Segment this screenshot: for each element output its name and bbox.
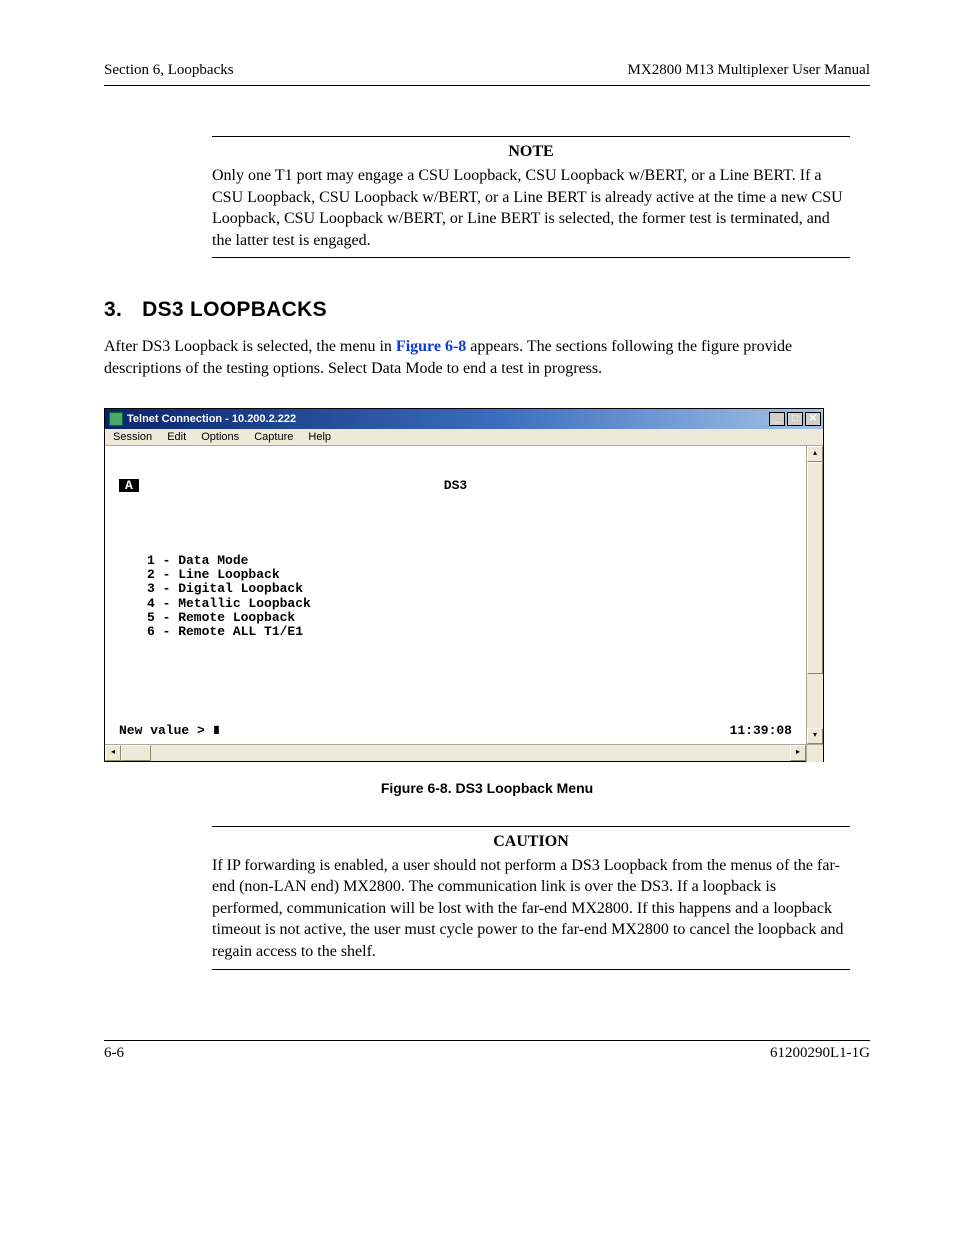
menu-options[interactable]: Options [201, 431, 239, 443]
note-box: NOTE Only one T1 port may engage a CSU L… [212, 136, 850, 258]
header-left: Section 6, Loopbacks [104, 62, 234, 79]
header-rule [104, 85, 870, 86]
app-icon [109, 412, 123, 426]
figure-link[interactable]: Figure 6-8 [396, 338, 466, 355]
minimize-button[interactable]: _ [769, 412, 785, 426]
note-title: NOTE [212, 143, 850, 161]
note-body: Only one T1 port may engage a CSU Loopba… [212, 165, 850, 251]
footer-right: 61200290L1-1G [770, 1045, 870, 1062]
titlebar: Telnet Connection - 10.200.2.222 _ □ ✕ [105, 409, 823, 429]
scroll-down-icon[interactable]: ▾ [807, 728, 823, 744]
caution-top-rule [212, 826, 850, 827]
scroll-thumb-h[interactable] [121, 745, 151, 761]
menubar: Session Edit Options Capture Help [105, 429, 823, 446]
menu-edit[interactable]: Edit [167, 431, 186, 443]
header-right: MX2800 M13 Multiplexer User Manual [628, 62, 870, 79]
menu-session[interactable]: Session [113, 431, 152, 443]
figure-caption: Figure 6-8. DS3 Loopback Menu [104, 780, 870, 796]
scroll-up-icon[interactable]: ▴ [807, 446, 823, 462]
note-bottom-rule [212, 257, 850, 258]
section-paragraph: After DS3 Loopback is selected, the menu… [104, 336, 870, 379]
section-number: 3. [104, 298, 122, 321]
scroll-right-icon[interactable]: ▸ [790, 745, 806, 761]
resize-grip[interactable] [806, 745, 823, 762]
caution-bottom-rule [212, 969, 850, 970]
caution-box: CAUTION If IP forwarding is enabled, a u… [212, 826, 850, 970]
terminal-time: 11:39:08 [730, 724, 792, 738]
caution-body: If IP forwarding is enabled, a user shou… [212, 855, 850, 963]
terminal-title: DS3 [105, 479, 806, 493]
terminal-area: A DS3 1 - Data Mode 2 - Line Loopback 3 … [105, 446, 806, 744]
close-button[interactable]: ✕ [805, 412, 821, 426]
para-before: After DS3 Loopback is selected, the menu… [104, 338, 396, 355]
terminal-menu: 1 - Data Mode 2 - Line Loopback 3 - Digi… [147, 554, 792, 640]
menu-capture[interactable]: Capture [254, 431, 293, 443]
scroll-thumb-v[interactable] [807, 462, 823, 675]
note-top-rule [212, 136, 850, 137]
footer-rule [104, 1040, 870, 1041]
caution-title: CAUTION [212, 833, 850, 851]
horizontal-scrollbar[interactable]: ◂ ▸ [105, 744, 823, 761]
terminal-prompt: New value > ∎ [119, 724, 220, 738]
section-heading: 3. DS3 LOOPBACKS [104, 298, 870, 322]
maximize-button[interactable]: □ [787, 412, 803, 426]
scroll-left-icon[interactable]: ◂ [105, 745, 121, 761]
window-title: Telnet Connection - 10.200.2.222 [127, 413, 769, 425]
menu-help[interactable]: Help [308, 431, 331, 443]
section-title: DS3 LOOPBACKS [142, 298, 327, 321]
footer-left: 6-6 [104, 1045, 124, 1062]
telnet-window: Telnet Connection - 10.200.2.222 _ □ ✕ S… [104, 408, 824, 762]
vertical-scrollbar[interactable]: ▴ ▾ [806, 446, 823, 744]
